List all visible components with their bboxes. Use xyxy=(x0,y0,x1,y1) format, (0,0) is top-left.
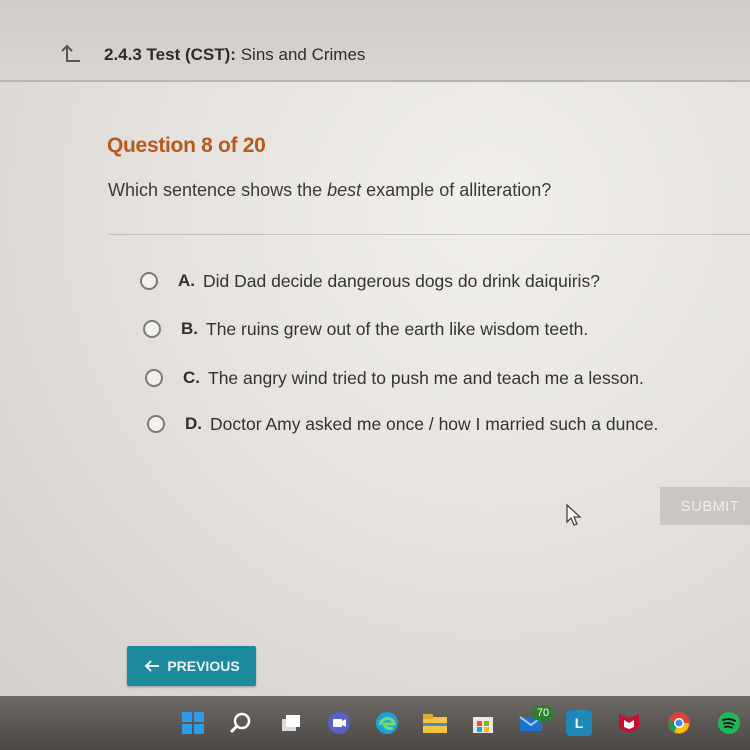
option-letter: D. xyxy=(185,414,202,433)
answer-option-c[interactable]: C. The angry wind tried to push me and t… xyxy=(145,363,644,393)
radio-button[interactable] xyxy=(145,369,163,387)
spotify-icon[interactable] xyxy=(716,710,742,736)
task-view-icon[interactable] xyxy=(278,710,304,736)
question-number: Question 8 of 20 xyxy=(107,134,266,157)
prompt-text-after: example of alliteration? xyxy=(361,180,552,200)
edge-browser-icon[interactable] xyxy=(374,710,400,736)
mail-notification-badge: 70 xyxy=(532,705,554,721)
option-text: The angry wind tried to push me and teac… xyxy=(208,367,644,388)
store-icon[interactable] xyxy=(470,710,496,736)
answer-option-d[interactable]: D. Doctor Amy asked me once / how I marr… xyxy=(147,409,658,439)
question-prompt: Which sentence shows the best example of… xyxy=(108,180,551,201)
breadcrumb-separator: : xyxy=(230,45,236,64)
radio-button[interactable] xyxy=(147,415,165,433)
radio-button[interactable] xyxy=(140,272,158,290)
mcafee-icon[interactable] xyxy=(616,710,642,736)
l-app-icon[interactable]: L xyxy=(566,710,592,736)
screen-background xyxy=(0,0,750,700)
search-icon[interactable] xyxy=(228,710,254,736)
test-title: Sins and Crimes xyxy=(240,45,366,64)
previous-button[interactable]: PREVIOUS xyxy=(127,646,256,686)
test-type: Test (CST) xyxy=(146,45,231,64)
radio-button[interactable] xyxy=(143,320,161,338)
option-letter: B. xyxy=(181,319,198,338)
answer-option-b[interactable]: B. The ruins grew out of the earth like … xyxy=(143,314,588,344)
up-arrow-icon[interactable] xyxy=(60,44,82,64)
video-chat-icon[interactable] xyxy=(326,710,352,736)
option-text: Doctor Amy asked me once / how I married… xyxy=(210,413,659,434)
windows-start-icon[interactable] xyxy=(180,710,206,736)
option-text: Did Dad decide dangerous dogs do drink d… xyxy=(203,270,600,291)
divider xyxy=(108,234,750,235)
mouse-cursor-icon xyxy=(566,503,582,526)
prompt-emphasis: best xyxy=(327,180,362,200)
breadcrumb: 2.4.3 Test (CST): Sins and Crimes xyxy=(104,45,365,65)
submit-button[interactable]: SUBMIT xyxy=(660,487,750,525)
test-header-bar xyxy=(0,0,750,82)
prompt-text-before: Which sentence shows the xyxy=(108,180,328,200)
previous-label: PREVIOUS xyxy=(167,658,240,674)
arrow-left-icon xyxy=(144,660,160,672)
option-letter: C. xyxy=(183,368,200,387)
file-explorer-icon[interactable] xyxy=(422,710,448,736)
chrome-icon[interactable] xyxy=(666,710,692,736)
option-text: The ruins grew out of the earth like wis… xyxy=(206,318,589,339)
test-code: 2.4.3 xyxy=(104,45,142,64)
option-letter: A. xyxy=(178,271,195,290)
answer-option-a[interactable]: A. Did Dad decide dangerous dogs do drin… xyxy=(140,266,600,296)
